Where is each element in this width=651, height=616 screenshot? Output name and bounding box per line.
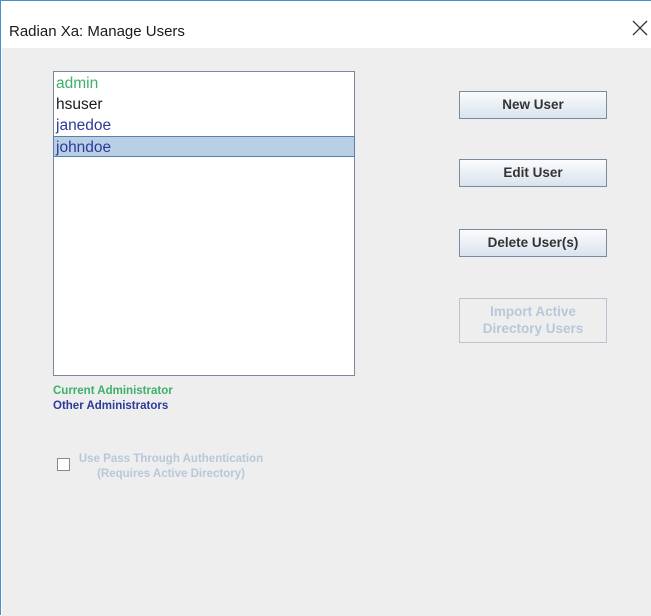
list-item[interactable]: janedoe <box>55 115 111 136</box>
other-admins-legend: Other Administrators <box>53 400 169 412</box>
pass-through-auth-checkbox[interactable] <box>57 458 70 471</box>
list-item[interactable]: hsuser <box>55 94 103 115</box>
pass-through-auth-label: Use Pass Through Authentication (Require… <box>71 452 271 482</box>
current-admin-legend: Current Administrator <box>53 385 173 397</box>
delete-users-label: Delete User(s) <box>487 235 579 250</box>
edit-user-label: Edit User <box>503 165 563 180</box>
edit-user-button[interactable]: Edit User <box>459 159 607 187</box>
import-ad-users-button[interactable]: Import Active Directory Users <box>459 298 607 343</box>
manage-users-dialog: Radian Xa: Manage Users admin hsuser jan… <box>0 0 651 616</box>
import-ad-label-line2: Directory Users <box>482 321 584 336</box>
import-ad-label-line1: Import Active <box>490 304 576 319</box>
close-icon <box>632 20 648 36</box>
user-name: janedoe <box>56 117 112 134</box>
pass-through-label-line2: (Requires Active Directory) <box>97 468 245 480</box>
list-item[interactable]: admin <box>55 73 98 94</box>
close-button[interactable] <box>629 15 651 39</box>
new-user-label: New User <box>502 97 564 112</box>
user-name: johndoe <box>56 139 112 156</box>
user-list[interactable]: admin hsuser janedoe johndoe <box>53 71 355 376</box>
new-user-button[interactable]: New User <box>459 91 607 119</box>
user-name: admin <box>56 75 99 92</box>
pass-through-label-line1: Use Pass Through Authentication <box>78 453 264 465</box>
user-name: hsuser <box>56 96 103 113</box>
list-item-selected[interactable]: johndoe <box>53 136 355 157</box>
delete-users-button[interactable]: Delete User(s) <box>459 229 607 257</box>
title-bar: Radian Xa: Manage Users <box>1 1 651 48</box>
window-title: Radian Xa: Manage Users <box>9 23 185 40</box>
